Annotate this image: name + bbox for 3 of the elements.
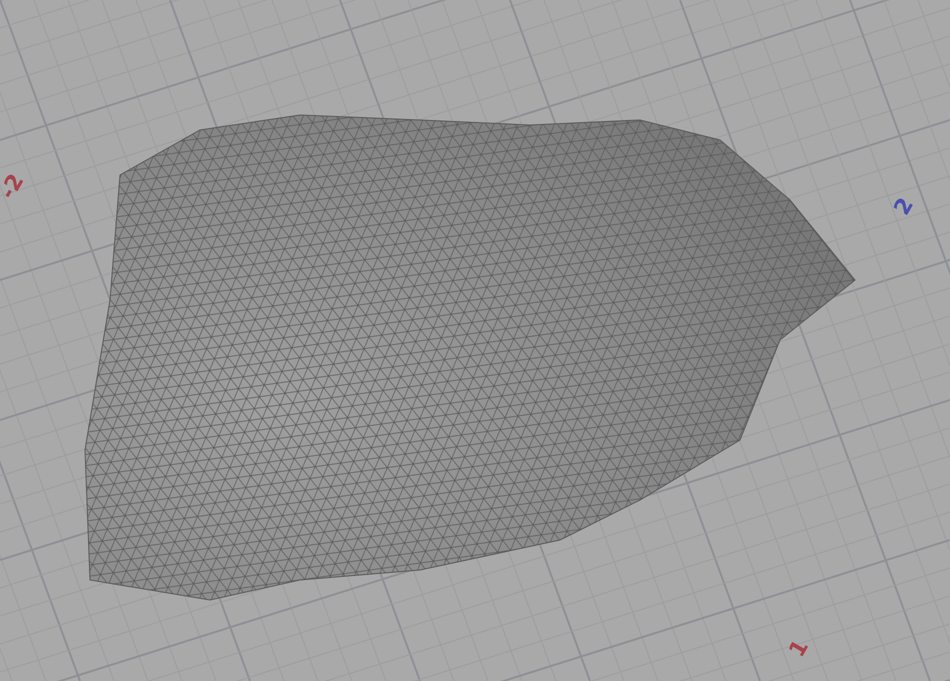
axis-label: 2 (890, 194, 920, 220)
axis-label: 1 (784, 636, 814, 662)
axis-label: -2 (0, 170, 30, 204)
